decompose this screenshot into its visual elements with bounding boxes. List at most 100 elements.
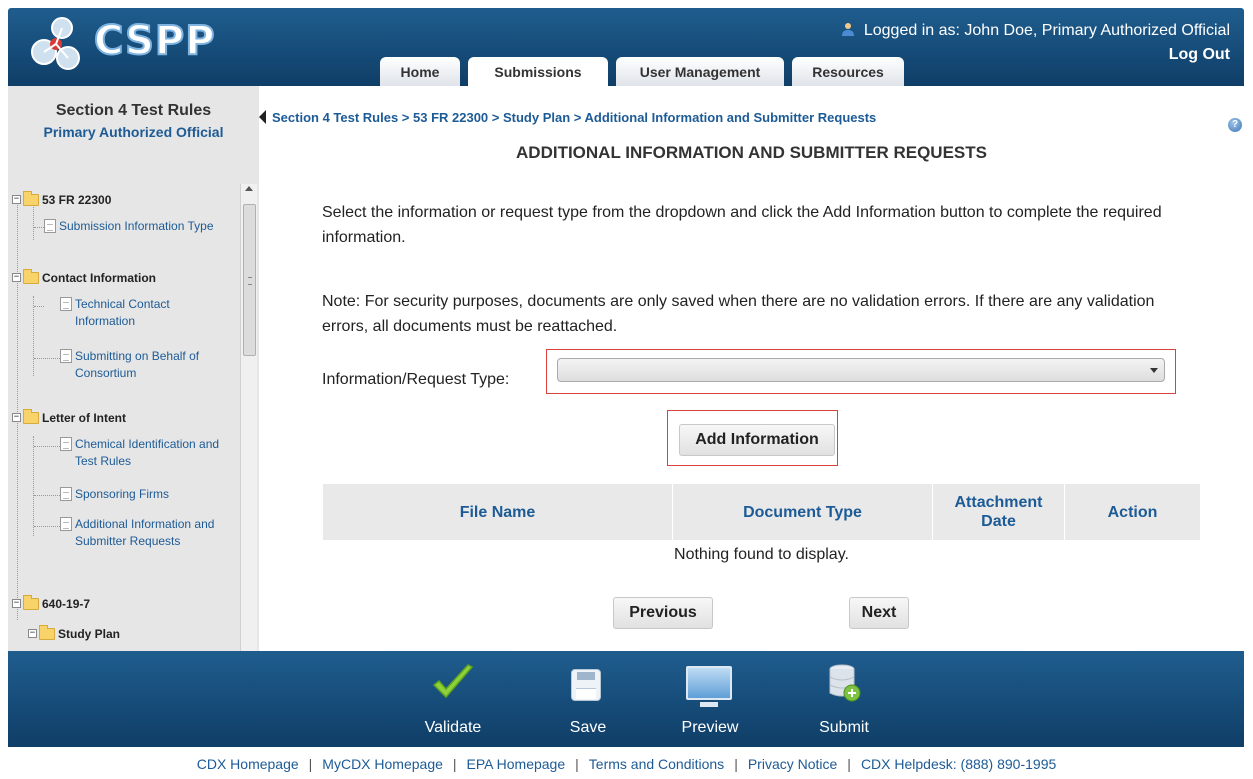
document-icon bbox=[44, 219, 56, 233]
tree-guide bbox=[34, 227, 44, 228]
login-info: Logged in as: John Doe, Primary Authoriz… bbox=[841, 22, 1230, 40]
sidebar-collapse-arrow-icon[interactable] bbox=[259, 110, 266, 124]
tree-label-additional-info: Additional Information and Submitter Req… bbox=[75, 517, 215, 548]
footer-link-terms[interactable]: Terms and Conditions bbox=[589, 756, 724, 772]
footer-link-mycdx-homepage[interactable]: MyCDX Homepage bbox=[322, 756, 443, 772]
logo-text: CSPP bbox=[93, 17, 216, 65]
tree-guide bbox=[33, 296, 34, 376]
submit-button[interactable]: Submit bbox=[808, 651, 880, 747]
column-action: Action bbox=[1107, 503, 1158, 521]
tree-node-sponsoring[interactable]: Sponsoring Firms bbox=[60, 486, 236, 503]
instructions-text: Select the information or request type f… bbox=[322, 204, 1162, 246]
validate-button[interactable]: Validate bbox=[413, 651, 493, 747]
previous-button[interactable]: Previous bbox=[613, 597, 713, 629]
tree-label-study-plan: Study Plan bbox=[58, 627, 121, 641]
footer-separator: | bbox=[734, 756, 738, 772]
scroll-grip-icon bbox=[248, 277, 252, 285]
collapse-icon[interactable]: − bbox=[12, 413, 21, 422]
main-tabs: Home Submissions User Management Resourc… bbox=[380, 57, 912, 86]
attachments-table-header: File Name Document Type Attachment Date … bbox=[323, 484, 1200, 540]
footer-separator: | bbox=[452, 756, 457, 772]
page-title: ADDITIONAL INFORMATION AND SUBMITTER REQ… bbox=[516, 143, 987, 162]
save-label: Save bbox=[569, 719, 607, 736]
document-icon bbox=[60, 349, 72, 363]
tree-label-letter-of-intent: Letter of Intent bbox=[42, 411, 126, 425]
folder-icon bbox=[23, 595, 39, 610]
app-header: CSPP Logged in as: John Doe, Primary Aut… bbox=[8, 8, 1244, 86]
tree-node-on-behalf[interactable]: Submitting on Behalf of Consortium bbox=[60, 348, 236, 382]
tree-guide bbox=[34, 526, 60, 527]
monitor-stand-icon bbox=[700, 702, 718, 707]
sidebar-scrollbar[interactable] bbox=[240, 184, 257, 651]
security-note: Note: For security purposes, documents a… bbox=[322, 293, 1155, 335]
request-type-label: Information/Request Type: bbox=[322, 371, 510, 388]
collapse-icon[interactable]: − bbox=[12, 195, 21, 204]
tree-node-letter-of-intent[interactable]: − Letter of Intent bbox=[12, 409, 126, 427]
tree-node-technical-contact[interactable]: Technical Contact Information bbox=[60, 296, 236, 330]
help-icon[interactable]: ? bbox=[1228, 118, 1242, 132]
footer-link-cdx-homepage[interactable]: CDX Homepage bbox=[197, 756, 299, 772]
request-type-select[interactable] bbox=[557, 358, 1165, 382]
tree-node-study-plan[interactable]: − Study Plan bbox=[28, 625, 121, 643]
tree-node-root[interactable]: − 53 FR 22300 bbox=[12, 191, 112, 209]
preview-button[interactable]: Preview bbox=[672, 651, 748, 747]
tab-home[interactable]: Home bbox=[380, 57, 460, 86]
tree-label-chem-id: Chemical Identification and Test Rules bbox=[75, 437, 220, 468]
tab-user-management[interactable]: User Management bbox=[616, 57, 784, 86]
folder-icon bbox=[23, 409, 39, 424]
footer-links: CDX Homepage | MyCDX Homepage | EPA Homepage… bbox=[0, 756, 1253, 772]
navigation-tree: − 53 FR 22300 Submission Information Typ… bbox=[8, 184, 240, 651]
sidebar-title: Section 4 Test Rules bbox=[55, 102, 212, 119]
collapse-icon[interactable]: − bbox=[28, 629, 37, 638]
tab-submissions[interactable]: Submissions bbox=[468, 57, 608, 86]
column-file-name[interactable]: File Name bbox=[323, 484, 673, 540]
column-attachment-date-label: Attachment Date bbox=[954, 494, 1043, 530]
document-icon bbox=[60, 297, 72, 311]
monitor-icon bbox=[686, 666, 732, 700]
tree-guide bbox=[34, 495, 60, 496]
user-icon bbox=[842, 23, 855, 36]
column-document-type[interactable]: Document Type bbox=[673, 484, 933, 540]
logged-in-prefix: Logged in as: bbox=[863, 22, 960, 39]
sidebar-subtitle: Primary Authorized Official bbox=[43, 124, 224, 140]
document-icon bbox=[60, 487, 72, 501]
add-information-button[interactable]: Add Information bbox=[679, 424, 835, 456]
column-attachment-date[interactable]: Attachment Date bbox=[933, 484, 1065, 540]
tree-node-cas[interactable]: − 640-19-7 bbox=[12, 595, 90, 613]
submit-label: Submit bbox=[819, 719, 869, 736]
scroll-thumb[interactable] bbox=[243, 204, 256, 356]
tree-guide bbox=[34, 446, 60, 447]
tree-label-root: 53 FR 22300 bbox=[42, 193, 112, 207]
footer-link-epa-homepage[interactable]: EPA Homepage bbox=[467, 756, 566, 772]
tree-label-submission-info: Submission Information Type bbox=[59, 219, 214, 233]
footer-link-privacy[interactable]: Privacy Notice bbox=[748, 756, 837, 772]
collapse-icon[interactable]: − bbox=[12, 273, 21, 282]
breadcrumb[interactable]: Section 4 Test Rules > 53 FR 22300 > Stu… bbox=[272, 110, 876, 125]
logged-in-user: John Doe, Primary Authorized Official bbox=[964, 22, 1230, 39]
tab-resources[interactable]: Resources bbox=[792, 57, 904, 86]
preview-label: Preview bbox=[681, 719, 739, 736]
document-icon bbox=[60, 517, 72, 531]
logout-link[interactable]: Log Out bbox=[1169, 46, 1230, 64]
table-empty-message: Nothing found to display. bbox=[674, 546, 849, 563]
floppy-disk-icon bbox=[571, 669, 601, 701]
action-toolbar: Validate Save Preview Submit bbox=[8, 651, 1244, 747]
folder-icon bbox=[39, 625, 55, 640]
tree-label-sponsoring: Sponsoring Firms bbox=[75, 487, 170, 501]
save-button[interactable]: Save bbox=[558, 651, 618, 747]
cspp-logo[interactable]: CSPP bbox=[22, 14, 222, 74]
tree-label-on-behalf: Submitting on Behalf of Consortium bbox=[75, 349, 200, 380]
checkmark-icon bbox=[432, 664, 474, 699]
tree-guide bbox=[33, 436, 34, 536]
tree-guide bbox=[34, 306, 44, 307]
tree-node-submission-info[interactable]: Submission Information Type bbox=[44, 218, 236, 235]
next-button[interactable]: Next bbox=[849, 597, 909, 629]
tree-node-additional-info[interactable]: Additional Information and Submitter Req… bbox=[60, 516, 236, 550]
folder-icon bbox=[23, 269, 39, 284]
scroll-up-arrow-icon[interactable] bbox=[245, 186, 253, 191]
tree-node-contact-info[interactable]: − Contact Information bbox=[12, 269, 156, 287]
footer-link-helpdesk[interactable]: CDX Helpdesk: (888) 890-1995 bbox=[861, 756, 1056, 772]
collapse-icon[interactable]: − bbox=[12, 599, 21, 608]
tree-node-chem-id[interactable]: Chemical Identification and Test Rules bbox=[60, 436, 238, 470]
document-icon bbox=[60, 437, 72, 451]
